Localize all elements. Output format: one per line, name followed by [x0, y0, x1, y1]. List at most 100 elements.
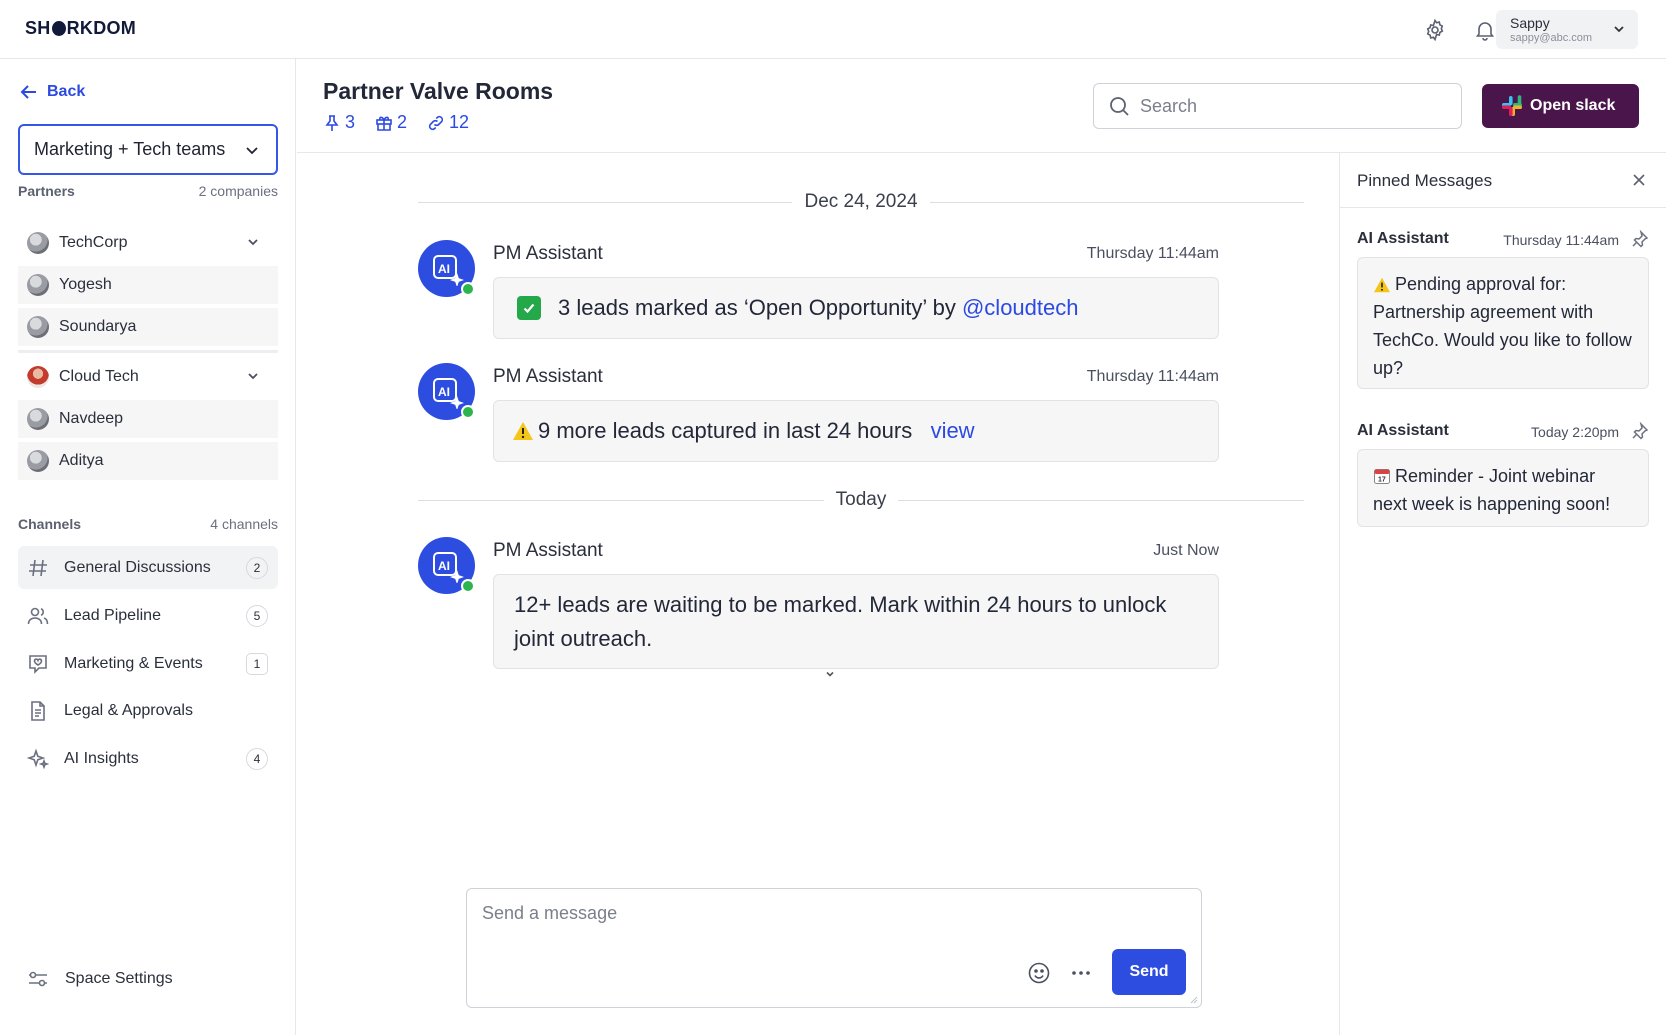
- app-logo[interactable]: SH RKDOM: [25, 18, 136, 39]
- partner-company-cloudtech[interactable]: Cloud Tech: [18, 357, 278, 397]
- channel-marketing-events[interactable]: Marketing & Events 1: [18, 642, 278, 685]
- space-settings-button[interactable]: Space Settings: [27, 968, 173, 990]
- top-bar: SH RKDOM Sappy sappy@abc.com: [0, 0, 1666, 59]
- partners-header: Partners 2 companies: [18, 183, 278, 199]
- partner-company-name: Cloud Tech: [59, 368, 139, 385]
- open-slack-button[interactable]: Open slack: [1482, 84, 1639, 128]
- arrow-left-icon: [20, 85, 36, 99]
- checkmark-icon: [517, 296, 541, 320]
- avatar: [27, 316, 49, 338]
- partners-title: Partners: [18, 183, 75, 199]
- team-selector[interactable]: Marketing + Tech teams: [18, 124, 278, 175]
- sender-name[interactable]: PM Assistant: [493, 540, 603, 562]
- team-selector-label: Marketing + Tech teams: [34, 139, 226, 159]
- sliders-icon: [29, 971, 47, 987]
- pinned-time: Today 2:20pm: [1531, 424, 1619, 440]
- warning-icon: [1373, 277, 1391, 293]
- pin-icon: [325, 114, 339, 131]
- partner-member-name: Soundarya: [59, 318, 137, 335]
- partner-member[interactable]: Soundarya: [18, 308, 278, 346]
- channel-label: General Discussions: [64, 558, 211, 576]
- user-menu[interactable]: Sappy sappy@abc.com: [1496, 10, 1638, 49]
- view-link[interactable]: view: [931, 418, 975, 444]
- partner-member-name: Aditya: [59, 452, 104, 469]
- close-icon[interactable]: [1632, 173, 1646, 187]
- user-name: Sappy: [1510, 15, 1550, 31]
- warning-icon: [512, 421, 534, 441]
- user-mention-link[interactable]: @cloudtech: [962, 295, 1079, 321]
- channels-header: Channels 4 channels: [18, 516, 278, 532]
- room-header: Partner Valve Rooms 3 2 12 Open slack: [297, 59, 1666, 153]
- chevron-down-icon[interactable]: [246, 369, 260, 383]
- avatar: [27, 232, 49, 254]
- search-input[interactable]: [1140, 95, 1440, 117]
- back-label: Back: [47, 83, 86, 100]
- logo-text-rest: RKDOM: [66, 18, 137, 38]
- channel-legal-approvals[interactable]: Legal & Approvals: [18, 689, 278, 732]
- ai-icon: AI: [432, 254, 464, 286]
- ai-assistant-avatar[interactable]: AI: [418, 240, 475, 297]
- link-count[interactable]: 12: [427, 112, 469, 133]
- avatar: [27, 408, 49, 430]
- online-status: [461, 405, 475, 419]
- gift-icon: [376, 116, 392, 131]
- send-button[interactable]: Send: [1112, 949, 1186, 995]
- message-bubble: 9 more leads captured in last 24 hours v…: [493, 400, 1219, 462]
- sender-name[interactable]: PM Assistant: [493, 243, 603, 265]
- channel-general-discussions[interactable]: General Discussions 2: [18, 546, 278, 589]
- partner-member[interactable]: Yogesh: [18, 266, 278, 304]
- avatar: [27, 450, 49, 472]
- message-input[interactable]: [482, 903, 1182, 943]
- back-button[interactable]: Back: [20, 83, 85, 101]
- panel-title: Pinned Messages: [1357, 171, 1493, 190]
- message-bubble: 12+ leads are waiting to be marked. Mark…: [493, 574, 1219, 669]
- gear-icon[interactable]: [1423, 18, 1447, 42]
- partner-company-techcorp[interactable]: TechCorp: [18, 223, 278, 263]
- channel-lead-pipeline[interactable]: Lead Pipeline 5: [18, 594, 278, 637]
- message-text: 3 leads marked as ‘Open Opportunity’ by: [558, 295, 956, 320]
- shark-fin-icon: [51, 21, 66, 36]
- chevron-down-icon[interactable]: [246, 235, 260, 249]
- pinned-message-box: Pending approval for: Partnership agreem…: [1357, 257, 1649, 389]
- partner-member[interactable]: Aditya: [18, 442, 278, 480]
- room-meta: 3 2 12: [323, 112, 489, 133]
- avatar: [27, 366, 49, 388]
- unread-badge: 5: [246, 605, 268, 627]
- ai-assistant-avatar[interactable]: AI: [418, 537, 475, 594]
- partners-count: 2 companies: [198, 183, 278, 199]
- more-options-icon[interactable]: [1069, 961, 1093, 985]
- chat-heart-icon: [27, 653, 49, 675]
- unread-badge: 2: [246, 557, 268, 579]
- chevron-down-icon[interactable]: [824, 668, 836, 680]
- pinned-count[interactable]: 3: [323, 112, 355, 133]
- channels-count: 4 channels: [210, 516, 278, 532]
- partner-member[interactable]: Navdeep: [18, 400, 278, 438]
- open-slack-label: Open slack: [1530, 97, 1616, 114]
- pinned-text: Reminder - Joint webinar next week is ha…: [1373, 466, 1611, 514]
- svg-text:17: 17: [1378, 477, 1386, 484]
- panel-header: Pinned Messages: [1340, 153, 1666, 208]
- message-time: Thursday 11:44am: [1086, 245, 1219, 262]
- message-composer: Send: [466, 888, 1202, 1008]
- emoji-icon[interactable]: [1027, 961, 1051, 985]
- chevron-down-icon: [244, 142, 260, 158]
- bell-icon[interactable]: [1473, 18, 1497, 42]
- date-separator: Today: [418, 488, 1304, 512]
- message-text: 9 more leads captured in last 24 hours: [538, 418, 913, 443]
- page-title: Partner Valve Rooms: [323, 78, 554, 104]
- sender-name[interactable]: PM Assistant: [493, 366, 603, 388]
- pin-icon[interactable]: [1631, 422, 1649, 440]
- hash-icon: [27, 557, 49, 579]
- space-settings-label: Space Settings: [65, 970, 173, 987]
- pinned-text: Pending approval for: Partnership agreem…: [1373, 274, 1632, 378]
- pin-icon[interactable]: [1631, 230, 1649, 248]
- partner-member-name: Yogesh: [59, 276, 112, 293]
- search-icon: [1110, 97, 1129, 116]
- channel-ai-insights[interactable]: AI Insights 4: [18, 737, 278, 780]
- svg-text:AI: AI: [438, 385, 450, 399]
- search-box: [1093, 83, 1462, 129]
- pin-count-value: 3: [345, 112, 356, 132]
- resize-handle-icon[interactable]: [1188, 994, 1198, 1004]
- gift-count[interactable]: 2: [375, 112, 407, 133]
- ai-assistant-avatar[interactable]: AI: [418, 363, 475, 420]
